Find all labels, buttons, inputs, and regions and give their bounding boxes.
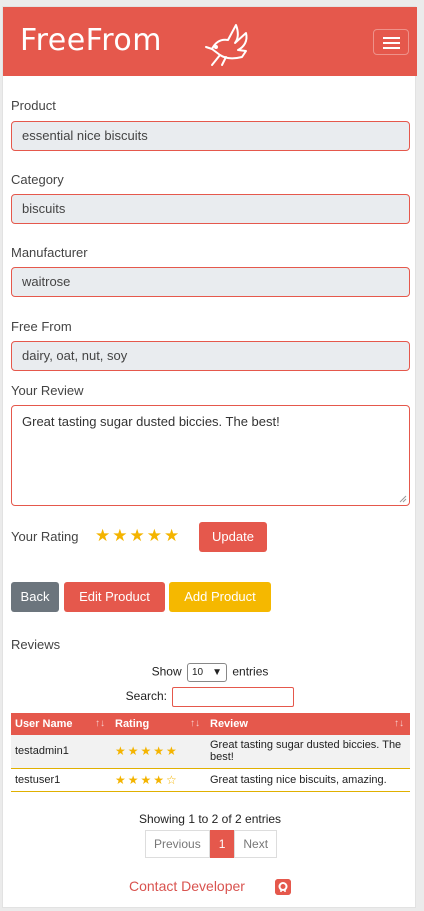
nav-toggle-button[interactable] xyxy=(373,29,409,55)
cell-rating: ★★★★☆ xyxy=(111,768,206,792)
entries-select-value: 10 xyxy=(192,667,204,678)
table-row: testuser1 ★★★★☆ Great tasting nice biscu… xyxy=(11,768,410,792)
review-text: Great tasting sugar dusted biccies. The … xyxy=(22,414,280,429)
brand-name[interactable]: FreeFrom xyxy=(20,23,162,58)
update-button[interactable]: Update xyxy=(199,522,267,552)
cell-rating: ★★★★★ xyxy=(111,735,206,769)
pagination: Previous 1 Next xyxy=(145,830,278,858)
add-product-button[interactable]: Add Product xyxy=(169,582,271,612)
dove-icon xyxy=(205,24,248,66)
rating-label: Your Rating xyxy=(11,529,79,544)
freefrom-field[interactable]: dairy, oat, nut, soy xyxy=(11,341,410,371)
freefrom-label: Free From xyxy=(11,319,72,334)
rating-stars: ★★★★★ xyxy=(115,744,179,759)
column-header-review[interactable]: Review ↑↓ xyxy=(206,713,410,735)
contact-developer-link[interactable]: Contact Developer xyxy=(129,878,245,894)
manufacturer-field[interactable]: waitrose xyxy=(11,267,410,297)
rating-stars-input[interactable]: ★★★★★ xyxy=(95,526,181,546)
entries-label: entries xyxy=(232,664,269,679)
review-label: Your Review xyxy=(11,383,84,398)
review-textarea[interactable]: Great tasting sugar dusted biccies. The … xyxy=(11,405,410,506)
table-row: testadmin1 ★★★★★ Great tasting sugar dus… xyxy=(11,735,410,769)
entries-select[interactable]: 10 ▼ xyxy=(187,663,227,682)
navbar: FreeFrom xyxy=(3,7,417,76)
category-field[interactable]: biscuits xyxy=(11,194,410,224)
app-frame: FreeFrom Product essential nice biscuits… xyxy=(2,6,417,908)
edit-product-button[interactable]: Edit Product xyxy=(64,582,165,612)
column-header-rating[interactable]: Rating ↑↓ xyxy=(111,713,206,735)
manufacturer-label: Manufacturer xyxy=(11,245,88,260)
product-field[interactable]: essential nice biscuits xyxy=(11,121,410,151)
chevron-down-icon: ▼ xyxy=(212,667,222,678)
sort-icon: ↑↓ xyxy=(394,718,404,729)
page-1-button[interactable]: 1 xyxy=(209,830,235,858)
search-control: Search: xyxy=(3,687,417,707)
cell-review: Great tasting sugar dusted biccies. The … xyxy=(206,735,410,769)
rating-stars: ★★★★☆ xyxy=(115,772,179,787)
search-input[interactable] xyxy=(172,687,295,707)
cell-review: Great tasting nice biscuits, amazing. xyxy=(206,768,410,792)
table-info: Showing 1 to 2 of 2 entries xyxy=(138,812,282,826)
next-button[interactable]: Next xyxy=(234,830,278,858)
sort-icon: ↑↓ xyxy=(95,718,105,729)
show-label: Show xyxy=(151,664,182,679)
reviews-table: User Name ↑↓ Rating ↑↓ Review ↑↓ testadmin1… xyxy=(11,713,410,792)
column-header-user[interactable]: User Name ↑↓ xyxy=(11,713,111,735)
search-label: Search: xyxy=(125,689,167,704)
github-icon[interactable] xyxy=(275,879,291,895)
resize-grip-icon[interactable] xyxy=(399,495,407,503)
previous-button[interactable]: Previous xyxy=(145,830,210,858)
product-label: Product xyxy=(11,98,56,113)
sort-icon: ↑↓ xyxy=(190,718,200,729)
reviews-title: Reviews xyxy=(11,637,61,652)
length-control: Show 10 ▼ entries xyxy=(3,663,417,682)
cell-user: testuser1 xyxy=(11,768,111,792)
category-label: Category xyxy=(11,172,64,187)
cell-user: testadmin1 xyxy=(11,735,111,769)
back-button[interactable]: Back xyxy=(11,582,59,612)
